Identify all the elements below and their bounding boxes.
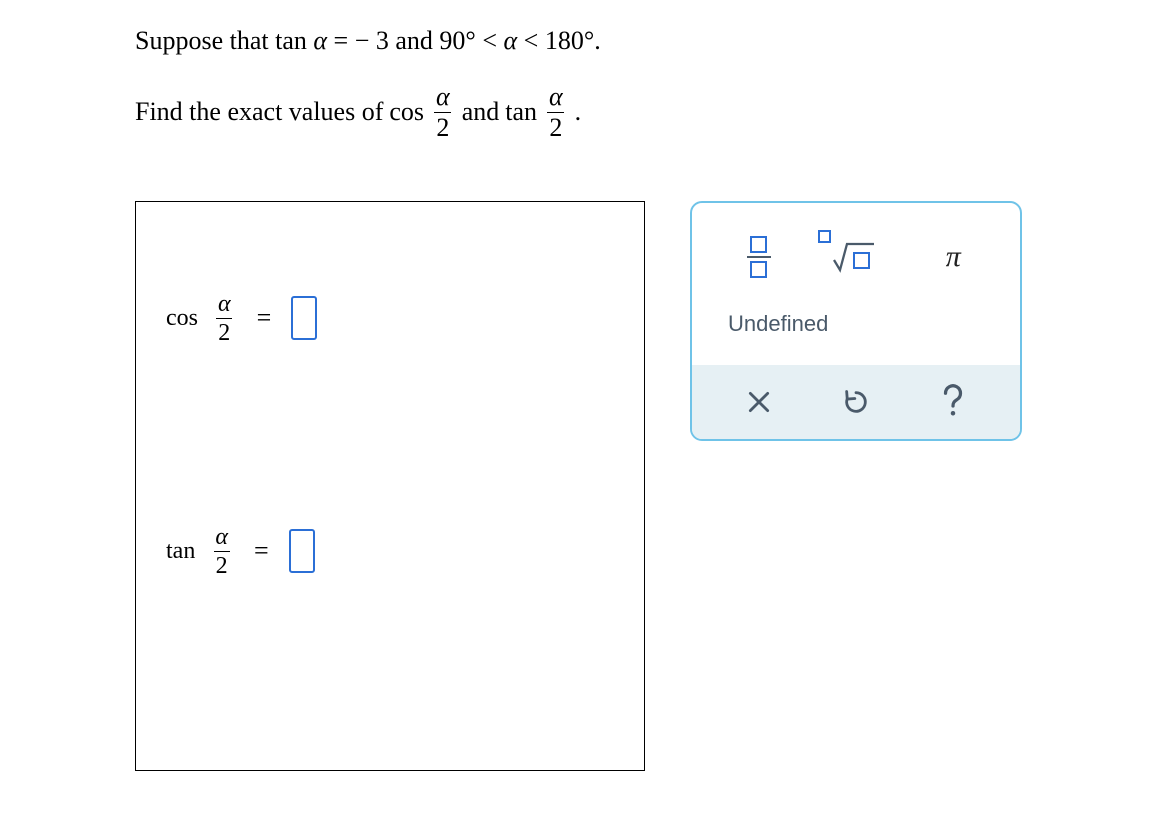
frac-den: 2 bbox=[547, 112, 564, 141]
fn-cos: cos bbox=[389, 91, 424, 133]
frac-den: 2 bbox=[434, 112, 451, 141]
text-and: and bbox=[389, 26, 440, 55]
eq-sign: = bbox=[254, 536, 269, 566]
var-alpha-2: α bbox=[504, 26, 518, 55]
frac-num: α bbox=[213, 525, 230, 551]
fn-tan-2: tan bbox=[505, 91, 537, 133]
var-alpha: α bbox=[313, 26, 327, 55]
math-palette: π Undefined bbox=[690, 201, 1022, 441]
fraction-button[interactable] bbox=[710, 225, 807, 289]
frac-den: 2 bbox=[216, 318, 232, 345]
eq-sign: = bbox=[257, 303, 272, 333]
frac-num: α bbox=[547, 84, 565, 112]
pi-button[interactable]: π bbox=[905, 225, 1002, 289]
val-90: 90° bbox=[439, 26, 475, 55]
frac-alpha-2-b: α 2 bbox=[547, 84, 565, 141]
text-suppose: Suppose that bbox=[135, 26, 275, 55]
frac-den: 2 bbox=[214, 551, 230, 578]
label-tan: tan bbox=[166, 538, 195, 565]
answer-row-cos: cos α 2 = bbox=[166, 292, 644, 345]
frac-alpha-2-a: α 2 bbox=[434, 84, 452, 141]
frac-tan: α 2 bbox=[213, 525, 230, 578]
eq-sign: = bbox=[327, 26, 355, 55]
help-button[interactable] bbox=[905, 377, 1002, 427]
reset-button[interactable] bbox=[807, 377, 904, 427]
undefined-button[interactable]: Undefined bbox=[720, 305, 836, 343]
frac-cos: α 2 bbox=[216, 292, 233, 345]
tan-answer-input[interactable] bbox=[289, 529, 315, 573]
nth-root-button[interactable] bbox=[807, 225, 904, 289]
fraction-icon bbox=[747, 236, 771, 278]
sqrt-icon bbox=[818, 240, 894, 274]
clear-button[interactable] bbox=[710, 377, 807, 427]
help-icon bbox=[938, 382, 968, 422]
close-icon bbox=[746, 389, 772, 415]
lt-1: < bbox=[482, 26, 497, 55]
answer-row-tan: tan α 2 = bbox=[166, 525, 644, 578]
fn-tan: tan bbox=[275, 26, 307, 55]
lt-2: < bbox=[524, 26, 539, 55]
text-and-2: and bbox=[462, 91, 500, 133]
answer-box: cos α 2 = tan α 2 = bbox=[135, 201, 645, 771]
frac-num: α bbox=[216, 292, 233, 318]
val-neg3: − 3 bbox=[355, 26, 389, 55]
pi-icon: π bbox=[946, 240, 961, 274]
val-180: 180° bbox=[545, 26, 594, 55]
text-find: Find the exact values of bbox=[135, 91, 383, 133]
cos-answer-input[interactable] bbox=[291, 296, 317, 340]
problem-line-1: Suppose that tan α = − 3 and 90° < α < 1… bbox=[135, 20, 1162, 62]
period-2: . bbox=[575, 91, 582, 133]
frac-num: α bbox=[434, 84, 452, 112]
period-1: . bbox=[594, 26, 601, 55]
problem-line-2: Find the exact values of cos α 2 and tan… bbox=[135, 84, 1162, 141]
label-cos: cos bbox=[166, 305, 198, 332]
reset-icon bbox=[842, 388, 870, 416]
